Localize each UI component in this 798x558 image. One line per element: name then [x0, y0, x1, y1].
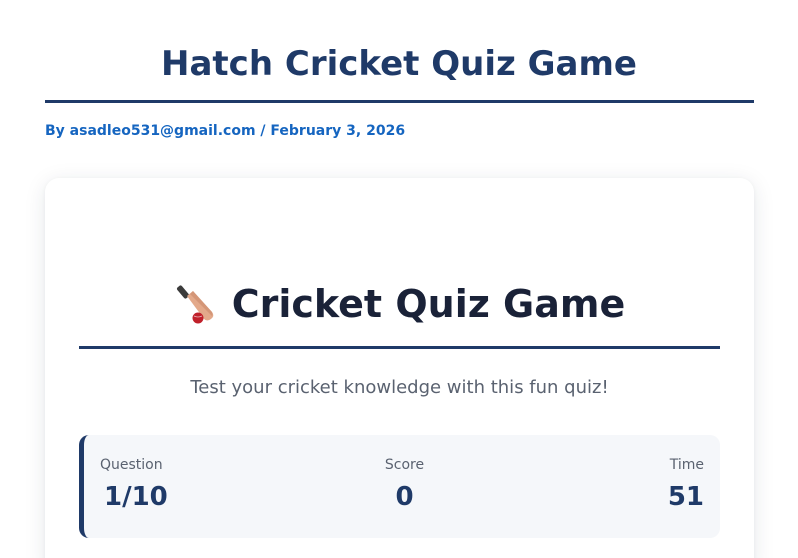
byline: By asadleo531@gmail.com / February 3, 20… [45, 121, 405, 141]
cricket-bat-icon [174, 282, 218, 326]
quiz-title: Cricket Quiz Game [45, 276, 754, 332]
title-divider [45, 100, 754, 103]
byline-prefix: By [45, 123, 65, 139]
score-value: 0 [395, 482, 414, 512]
time-stat: Time 51 [668, 455, 704, 515]
quiz-card: Cricket Quiz Game Test your cricket know… [45, 178, 754, 558]
score-stat: Score 0 [84, 455, 725, 515]
score-label: Score [384, 457, 425, 473]
quiz-title-text: Cricket Quiz Game [231, 282, 626, 326]
quiz-stats-panel: Question 1/10 Score 0 Time 51 [79, 435, 720, 538]
post-title: Hatch Cricket Quiz Game [161, 44, 637, 84]
page: Hatch Cricket Quiz Game By asadleo531@gm… [0, 0, 798, 558]
quiz-subtitle: Test your cricket knowledge with this fu… [190, 377, 609, 398]
time-label: Time [669, 457, 704, 473]
byline-separator: / [260, 123, 266, 139]
author-link[interactable]: asadleo531@gmail.com [70, 123, 256, 139]
post-date-link[interactable]: February 3, 2026 [270, 123, 405, 139]
quiz-title-divider [79, 346, 720, 349]
time-remaining: 51 [667, 482, 704, 512]
